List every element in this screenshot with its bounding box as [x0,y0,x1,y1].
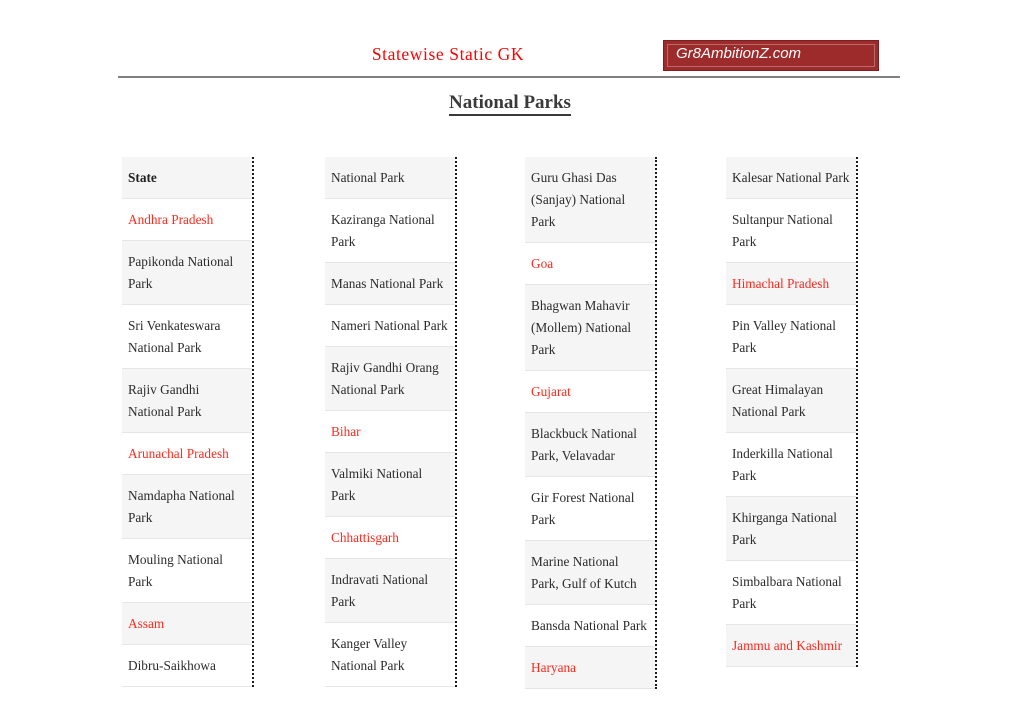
brand-badge: Gr8AmbitionZ.com [663,40,879,71]
park-name-cell: Rajiv Gandhi National Park [122,369,252,433]
column-4: Kalesar National Park Sultanpur National … [726,157,858,667]
park-name-cell: Valmiki National Park [325,453,455,517]
park-name-cell: Sri Venkateswara National Park [122,305,252,369]
state-name-cell: Andhra Pradesh [122,199,252,241]
column-3: Guru Ghasi Das (Sanjay) National Park Goa… [525,157,657,689]
state-name-cell: Assam [122,603,252,645]
park-name-cell: Rajiv Gandhi Orang National Park [325,347,455,411]
table-column-header: State [122,157,252,199]
column-1: State Andhra Pradesh Papikonda National Pa… [122,157,254,687]
brand-label: Gr8AmbitionZ.com [676,45,802,62]
state-name-cell: Bihar [325,411,455,453]
park-name-cell: Nameri National Park [325,305,455,347]
park-name-cell: Indravati National Park [325,559,455,623]
park-name-cell: Kaziranga National Park [325,199,455,263]
park-name-cell: Khirganga National Park [726,497,856,561]
park-name-cell: Namdapha National Park [122,475,252,539]
page-header: Statewise Static GK Gr8AmbitionZ.com [118,38,900,78]
state-name-cell: Gujarat [525,371,655,413]
state-name-cell: Haryana [525,647,655,689]
state-name-cell: Jammu and Kashmir [726,625,856,667]
park-name-cell: Kanger Valley National Park [325,623,455,687]
park-name-cell: Gir Forest National Park [525,477,655,541]
park-name-cell: Papikonda National Park [122,241,252,305]
park-name-cell: Manas National Park [325,263,455,305]
park-name-cell: Mouling National Park [122,539,252,603]
park-name-cell: Pin Valley National Park [726,305,856,369]
park-name-cell: Inderkilla National Park [726,433,856,497]
park-name-cell: Bansda National Park [525,605,655,647]
park-name-cell: Blackbuck National Park, Velavadar [525,413,655,477]
park-name-cell: Simbalbara National Park [726,561,856,625]
park-name-cell: Sultanpur National Park [726,199,856,263]
column-2: National Park Kaziranga National Park Mana… [325,157,457,687]
state-name-cell: Arunachal Pradesh [122,433,252,475]
park-name-cell: Kalesar National Park [726,157,856,199]
state-name-cell: Goa [525,243,655,285]
park-name-cell: National Park [325,157,455,199]
header-divider [118,76,900,78]
park-name-cell: Dibru-Saikhowa [122,645,252,687]
park-name-cell: Great Himalayan National Park [726,369,856,433]
state-name-cell: Chhattisgarh [325,517,455,559]
park-name-cell: Guru Ghasi Das (Sanjay) National Park [525,157,655,243]
page-title-text: National Parks [449,92,571,116]
park-name-cell: Marine National Park, Gulf of Kutch [525,541,655,605]
state-name-cell: Himachal Pradesh [726,263,856,305]
page-title: National Parks [0,92,1020,116]
park-name-cell: Bhagwan Mahavir (Mollem) National Park [525,285,655,371]
